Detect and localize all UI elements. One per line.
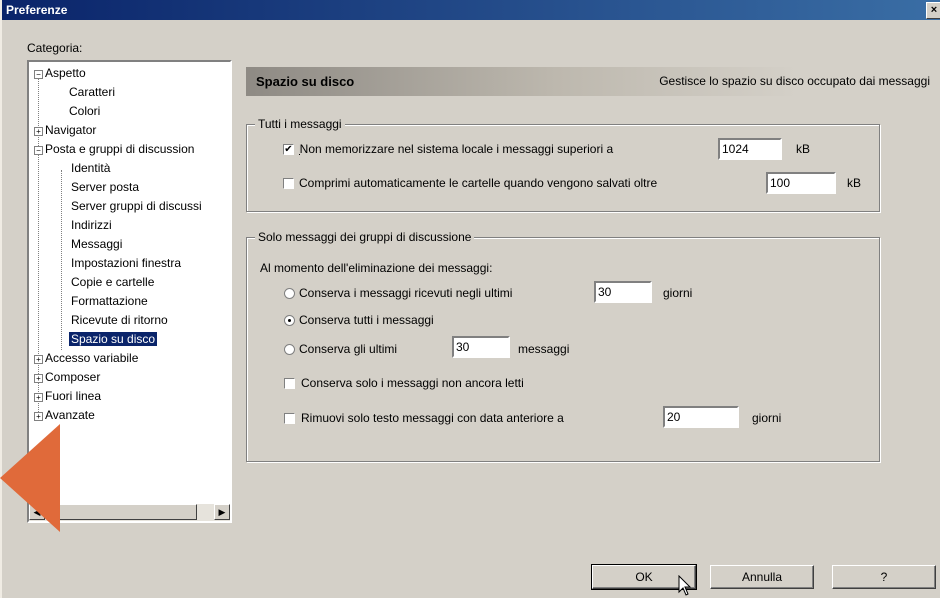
no-store-label: NNon memorizzare nel sistema locale i me… xyxy=(299,142,614,156)
tree-item-spazio-disco[interactable]: Spazio su disco xyxy=(69,330,158,349)
collapse-icon[interactable]: − xyxy=(34,70,43,79)
compress-checkbox[interactable] xyxy=(283,178,294,189)
remove-body-label: Rimuovi solo testo messaggi con data ant… xyxy=(301,411,564,425)
keep-days-radio[interactable] xyxy=(284,288,295,299)
remove-body-unit: giorni xyxy=(752,411,782,425)
compress-label: Comprimi automaticamente le cartelle qua… xyxy=(299,176,658,190)
collapse-icon[interactable]: − xyxy=(34,146,43,155)
mouse-cursor-icon xyxy=(678,575,692,596)
window-title: Preferenze xyxy=(6,3,68,17)
title-bar[interactable]: Preferenze × xyxy=(2,0,940,20)
keep-all-label: Conserva tutti i messaggi xyxy=(299,313,434,327)
keep-last-input[interactable] xyxy=(452,336,510,358)
keep-days-unit: giorni xyxy=(663,286,693,300)
compress-size-input[interactable] xyxy=(766,172,836,194)
remove-body-input[interactable] xyxy=(663,406,739,428)
expand-icon[interactable]: + xyxy=(34,374,43,383)
expand-icon[interactable]: + xyxy=(34,127,43,136)
remove-body-checkbox[interactable] xyxy=(284,413,295,424)
no-store-size-input[interactable] xyxy=(718,138,782,160)
panel-description: Gestisce lo spazio su disco occupato dai… xyxy=(659,74,930,88)
no-store-unit: kB xyxy=(796,142,811,156)
tree-item-colori[interactable]: Colori xyxy=(69,102,100,121)
tree-guide-line xyxy=(61,170,62,350)
tree-item-messaggi[interactable]: Messaggi xyxy=(71,235,122,254)
no-store-checkbox[interactable]: ✔ xyxy=(283,144,294,155)
tree-item-formattazione[interactable]: Formattazione xyxy=(71,292,148,311)
help-button[interactable]: ? xyxy=(832,565,936,589)
unread-only-label: Conserva solo i messaggi non ancora lett… xyxy=(301,376,524,390)
expand-icon[interactable]: + xyxy=(34,393,43,402)
group-title: Solo messaggi dei gruppi di discussione xyxy=(255,230,475,244)
close-button[interactable]: × xyxy=(926,2,940,19)
no-store-label-text: Non memorizzare nel sistema locale i mes… xyxy=(299,142,614,156)
category-label: Categoria: xyxy=(27,41,83,55)
keep-last-unit: messaggi xyxy=(518,342,570,356)
tree-item-server-posta[interactable]: Server posta xyxy=(71,178,139,197)
preferences-dialog: Preferenze × Categoria: − Aspetto Caratt… xyxy=(0,0,940,598)
keep-last-label: Conserva gli ultimi xyxy=(299,342,398,356)
scroll-right-icon[interactable]: ▶ xyxy=(214,504,230,520)
tree-item-copie-cartelle[interactable]: Copie e cartelle xyxy=(71,273,154,292)
keep-days-label: Conserva i messaggi ricevuti negli ultim… xyxy=(299,286,513,300)
keep-days-input[interactable] xyxy=(594,281,652,303)
unread-only-checkbox[interactable] xyxy=(284,378,295,389)
tree-item-identita[interactable]: Identità xyxy=(71,159,110,178)
tree-item-server-gruppi[interactable]: Server gruppi di discussi xyxy=(71,197,202,216)
compress-unit: kB xyxy=(847,176,862,190)
panel-title: Spazio su disco xyxy=(256,74,355,89)
tree-item-impostazioni-finestra[interactable]: Impostazioni finestra xyxy=(71,254,181,273)
tree-item-caratteri[interactable]: Caratteri xyxy=(69,83,115,102)
scrollbar-thumb[interactable] xyxy=(47,504,197,520)
expand-icon[interactable]: + xyxy=(34,355,43,364)
cancel-button[interactable]: Annulla xyxy=(710,565,814,589)
keep-last-radio[interactable] xyxy=(284,344,295,355)
delete-intro-label: Al momento dell'eliminazione dei messagg… xyxy=(260,261,493,275)
expand-icon[interactable]: + xyxy=(34,412,43,421)
highlight-arrow-icon xyxy=(0,424,60,532)
keep-all-radio[interactable] xyxy=(284,315,295,326)
group-title: Tutti i messaggi xyxy=(255,117,345,131)
panel-header: Spazio su disco Gestisce lo spazio su di… xyxy=(246,67,936,96)
group-all-messages: Tutti i messaggi xyxy=(246,117,880,212)
tree-item-indirizzi[interactable]: Indirizzi xyxy=(71,216,112,235)
tree-item-ricevute[interactable]: Ricevute di ritorno xyxy=(71,311,168,330)
